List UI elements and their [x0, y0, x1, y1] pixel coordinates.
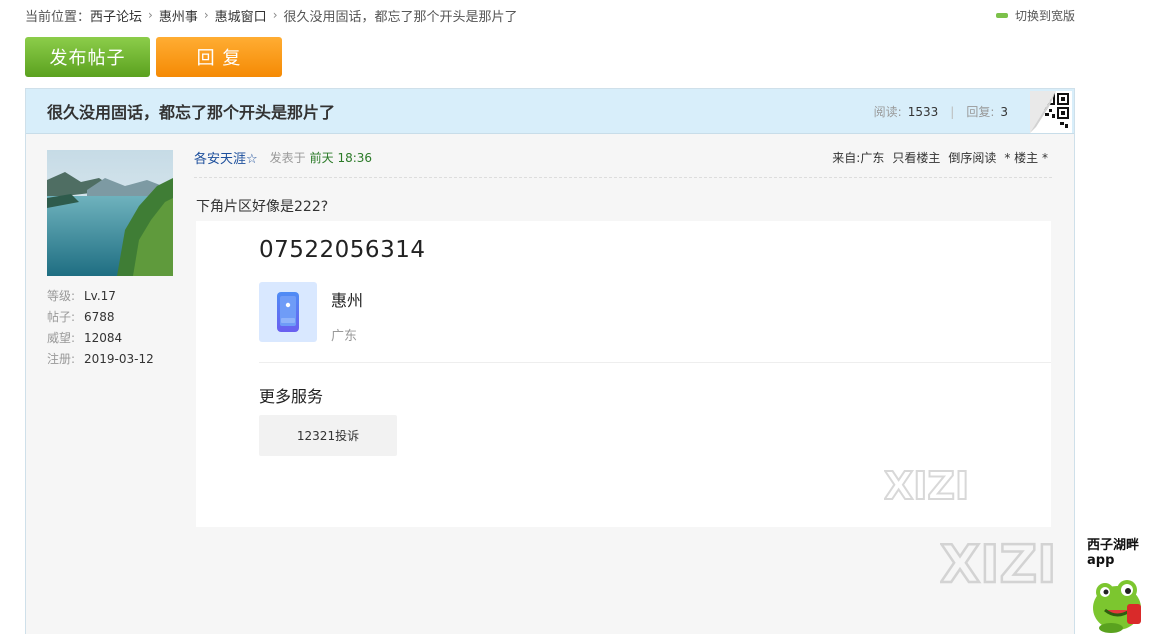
- profile-row-prestige: 威望: 12084: [47, 328, 154, 349]
- only-op-link[interactable]: 只看楼主: [892, 149, 940, 166]
- prestige-label: 威望:: [47, 331, 76, 345]
- phone-icon: [259, 282, 317, 342]
- post-time: 前天 18:36: [309, 150, 373, 165]
- reverse-order-link[interactable]: 倒序阅读: [948, 149, 996, 166]
- city-name: 惠州: [331, 291, 364, 310]
- chevron-right-icon: ›: [148, 8, 153, 22]
- breadcrumb-prefix: 当前位置：: [25, 9, 91, 25]
- posts-label: 帖子:: [47, 310, 76, 324]
- watermark-text: XIZI: [884, 465, 969, 505]
- level-label: 等级:: [47, 289, 76, 303]
- more-services-heading: 更多服务: [259, 387, 324, 406]
- author-profile: 等级: Lv.17 帖子: 6788 威望: 12084 注册: 2019-03…: [47, 286, 154, 370]
- app-logo-line1: 西子湖畔: [1087, 538, 1140, 553]
- author-name-link[interactable]: 各安天涯☆: [194, 148, 258, 167]
- post-origin: 来自:广东: [832, 150, 885, 165]
- switch-wide-layout-label: 切换到宽版: [1014, 8, 1075, 23]
- app-logo-line2: app: [1087, 553, 1115, 568]
- breadcrumb-link-huizhou-affairs[interactable]: 惠州事: [159, 6, 198, 25]
- qr-code-icon[interactable]: [1030, 91, 1072, 133]
- floor-label: * 楼主 *: [1004, 150, 1048, 165]
- prestige-value: 12084: [84, 331, 123, 345]
- replies-label: 回复:: [966, 105, 995, 119]
- post-thread-button[interactable]: 发布帖子: [25, 37, 150, 77]
- watermark-logo: XIZI: [883, 463, 994, 509]
- profile-row-joined: 注册: 2019-03-12: [47, 349, 154, 370]
- stats-divider: |: [950, 104, 955, 119]
- posts-value: 6788: [84, 310, 115, 324]
- thread-stats: 阅读: 1533 | 回复: 3: [874, 89, 1008, 134]
- phone-number: 07522056314: [259, 237, 426, 263]
- post-header-divider: [194, 177, 1052, 178]
- thread-title-bar: 很久没用固话，都忘了那个开头是那片了 阅读: 1533 | 回复: 3: [26, 89, 1074, 134]
- watermark-logo-large: XIZI: [939, 534, 1085, 597]
- breadcrumb: 当前位置： 西子论坛 › 惠州事 › 惠城窗口 › 很久没用固话，都忘了那个开头…: [25, 5, 518, 25]
- profile-row-posts: 帖子: 6788: [47, 307, 154, 328]
- wide-layout-icon: [995, 12, 1008, 18]
- switch-wide-layout-link[interactable]: 切换到宽版: [995, 5, 1075, 25]
- app-logo-text: 西子湖畔 app: [1087, 538, 1139, 568]
- breadcrumb-link-huicheng-window[interactable]: 惠城窗口: [215, 6, 267, 25]
- views-label: 阅读:: [873, 105, 902, 119]
- thread-title: 很久没用固话，都忘了那个开头是那片了: [47, 103, 336, 122]
- phone-lookup-card: 07522056314 惠州 广东 更多服务 12321投诉 XIZI: [196, 221, 1051, 527]
- chevron-right-icon: ›: [203, 8, 209, 22]
- breadcrumb-current: 很久没用固话，都忘了那个开头是那片了: [283, 9, 518, 25]
- breadcrumb-link-xizi-forum[interactable]: 西子论坛: [90, 6, 142, 25]
- joined-label: 注册:: [47, 352, 76, 366]
- complaint-12321-button[interactable]: 12321投诉: [259, 415, 397, 456]
- avatar[interactable]: [47, 150, 173, 276]
- posted-label: 发表于: [269, 150, 306, 165]
- chevron-right-icon: ›: [272, 8, 278, 22]
- joined-value: 2019-03-12: [84, 352, 154, 366]
- profile-row-level: 等级: Lv.17: [47, 286, 154, 307]
- watermark-text-large: XIZI: [940, 535, 1057, 590]
- post-tools: 来自:广东 只看楼主 倒序阅读 * 楼主 *: [824, 147, 1048, 167]
- replies-count: 3: [1000, 104, 1008, 119]
- post-author-line: 各安天涯☆ 发表于 前天 18:36: [194, 147, 372, 167]
- level-value: Lv.17: [84, 289, 116, 303]
- xizi-app-logo[interactable]: 西子湖畔 app: [1087, 538, 1167, 634]
- views-count: 1533: [907, 104, 939, 119]
- post-body-text: 下角片区好像是222?: [196, 199, 329, 215]
- frog-mascot-icon: [1093, 580, 1141, 633]
- card-divider: [259, 362, 1051, 363]
- thread-board: 很久没用固话，都忘了那个开头是那片了 阅读: 1533 | 回复: 3 等级: …: [25, 88, 1075, 634]
- reply-button[interactable]: 回 复: [156, 37, 282, 77]
- province-name: 广东: [331, 329, 358, 344]
